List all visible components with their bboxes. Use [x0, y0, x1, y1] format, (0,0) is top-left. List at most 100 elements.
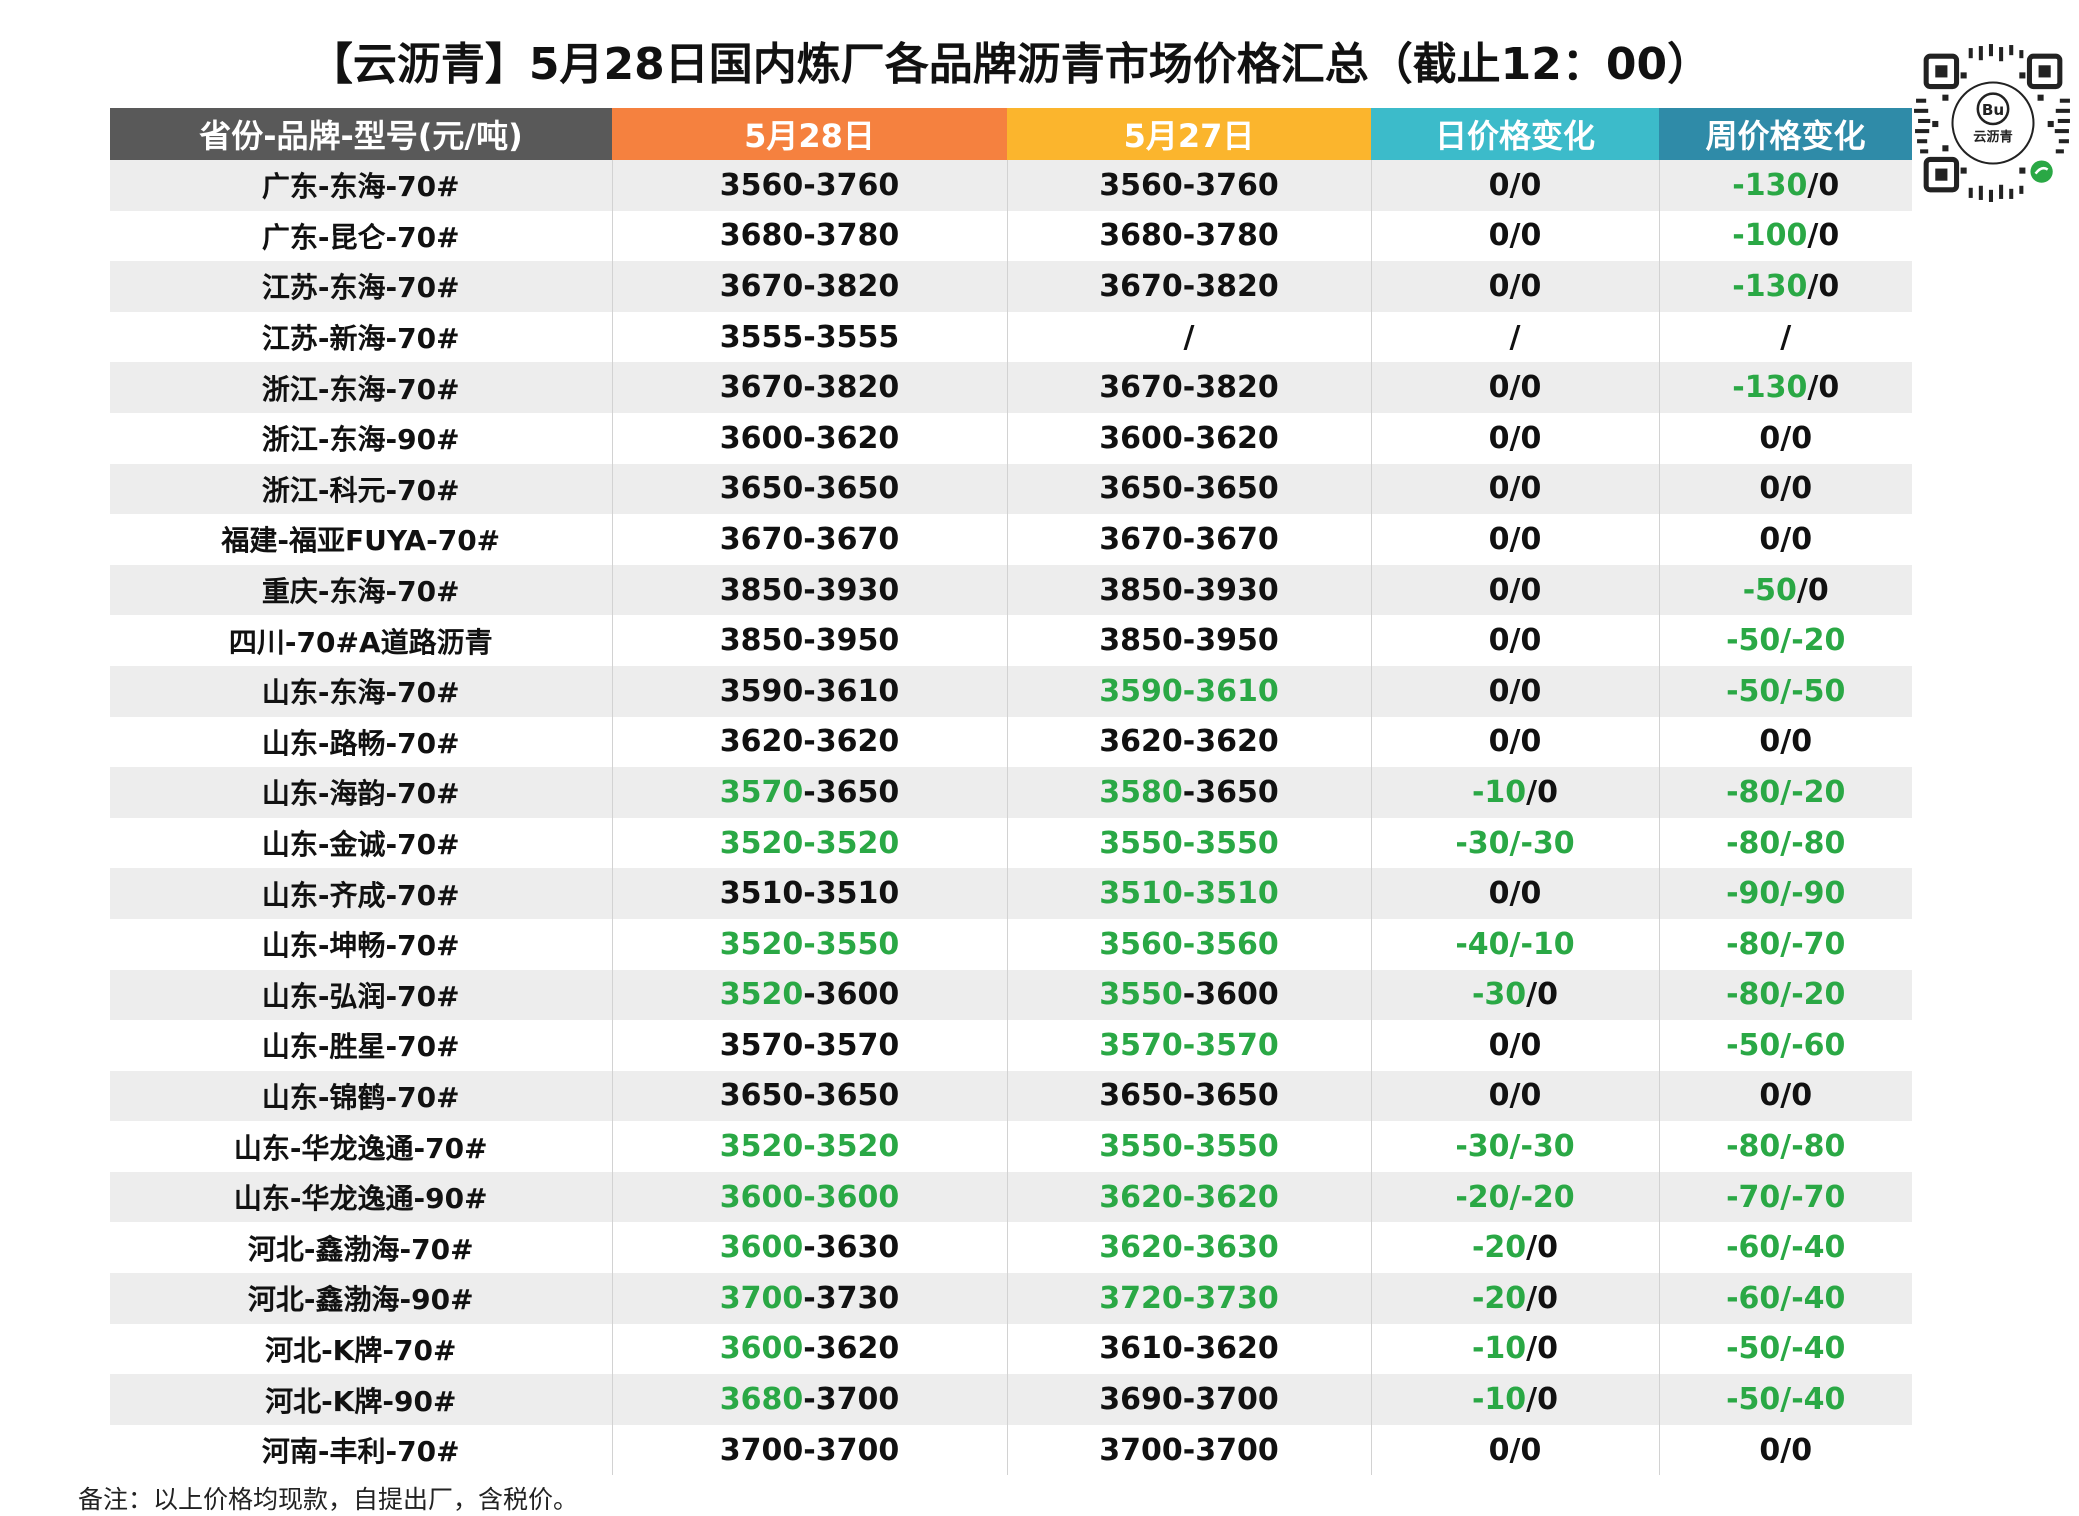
- cell-text: 3570: [719, 774, 804, 810]
- cell-daily-change: 0/0: [1370, 665, 1659, 717]
- table-row[interactable]: 山东-路畅-70# 3620-3620 3620-3620 0/0 0/0: [110, 716, 1912, 768]
- cell-price-may27: 3570-3570: [1006, 1020, 1371, 1071]
- table-row[interactable]: 广东-东海-70# 3560-3760 3560-3760 0/0 -130/0: [110, 160, 1912, 211]
- cell-text: 0/0: [1488, 167, 1542, 203]
- cell-weekly-change: 0/0: [1658, 514, 1912, 565]
- table-row[interactable]: 山东-锦鹤-70# 3650-3650 3650-3650 0/0 0/0: [110, 1070, 1912, 1122]
- table-row[interactable]: 河南-丰利-70# 3700-3700 3700-3700 0/0 0/0: [110, 1424, 1912, 1476]
- cell-weekly-change: -80/-70: [1658, 918, 1912, 970]
- cell-daily-change: 0/0: [1370, 564, 1659, 616]
- cell-daily-change: 0/0: [1370, 1020, 1659, 1071]
- cell-text: 0/0: [1488, 623, 1542, 659]
- cell-price-may27: 3610-3620: [1006, 1323, 1371, 1375]
- cell-text: /0: [1807, 370, 1840, 406]
- cell-price-may28: 3520-3550: [611, 918, 1007, 970]
- cell-text: 3680: [719, 1382, 804, 1418]
- cell-text: 山东-金诚-70#: [261, 828, 460, 862]
- cell-text: -80/-20: [1726, 977, 1846, 1013]
- column-header-weekly-change[interactable]: 周价格变化: [1659, 108, 1912, 160]
- cell-daily-change: 0/0: [1370, 615, 1659, 666]
- cell-text: 山东-东海-70#: [261, 676, 460, 710]
- cell-text: 3850-3950: [1099, 623, 1279, 659]
- cell-weekly-change: 0/0: [1658, 716, 1912, 768]
- table-row[interactable]: 广东-昆仑-70# 3680-3780 3680-3780 0/0 -100/0: [110, 210, 1912, 262]
- table-row[interactable]: 重庆-东海-70# 3850-3930 3850-3930 0/0 -50/0: [110, 564, 1912, 616]
- cell-daily-change: -20/0: [1370, 1222, 1659, 1274]
- cell-text: 3570-3570: [1099, 1027, 1279, 1063]
- cell-brand: 河北-K牌-90#: [110, 1374, 612, 1425]
- cell-text: /0: [1807, 218, 1840, 254]
- cell-daily-change: 0/0: [1370, 261, 1659, 312]
- cell-text: 0/0: [1488, 876, 1542, 912]
- table-row[interactable]: 山东-齐成-70# 3510-3510 3510-3510 0/0 -90/-90: [110, 868, 1912, 919]
- cell-text: 山东-海韵-70#: [261, 777, 460, 811]
- footnote: 备注：以上价格均现款，自提出厂，含税价。: [78, 1485, 579, 1514]
- table-row[interactable]: 福建-福亚FUYA-70# 3670-3670 3670-3670 0/0 0/0: [110, 514, 1912, 565]
- table-row[interactable]: 江苏-新海-70# 3555-3555 / / /: [110, 311, 1912, 363]
- cell-text: -3620: [803, 1331, 900, 1367]
- table-row[interactable]: 浙江-东海-90# 3600-3620 3600-3620 0/0 0/0: [110, 412, 1912, 464]
- cell-weekly-change: -50/-20: [1658, 615, 1912, 666]
- table-row[interactable]: 河北-鑫渤海-90# 3700-3730 3720-3730 -20/0 -60/-40: [110, 1273, 1912, 1324]
- cell-text: -3700: [803, 1382, 900, 1418]
- cell-daily-change: 0/0: [1370, 1424, 1659, 1476]
- cell-price-may28: 3700-3700: [611, 1424, 1007, 1476]
- cell-price-may28: 3600-3620: [611, 1323, 1007, 1375]
- column-header-daily-change[interactable]: 日价格变化: [1371, 108, 1659, 160]
- cell-price-may27: 3690-3700: [1006, 1374, 1371, 1425]
- cell-daily-change: /: [1370, 311, 1659, 363]
- cell-text: 3850-3930: [719, 572, 900, 608]
- table-row[interactable]: 浙江-科元-70# 3650-3650 3650-3650 0/0 0/0: [110, 463, 1912, 515]
- cell-text: 0/0: [1488, 268, 1542, 304]
- cell-price-may27: 3670-3670: [1006, 514, 1371, 565]
- cell-text: 3580: [1099, 774, 1183, 810]
- cell-price-may27: 3650-3650: [1006, 463, 1371, 515]
- table-row[interactable]: 山东-华龙逸通-90# 3600-3600 3620-3620 -20/-20 -70/…: [110, 1171, 1912, 1223]
- cell-text: -80/-80: [1726, 825, 1846, 861]
- cell-brand: 江苏-东海-70#: [110, 261, 612, 312]
- cell-daily-change: 0/0: [1370, 716, 1659, 768]
- table-row[interactable]: 四川-70#A道路沥青 3850-3950 3850-3950 0/0 -50/-20: [110, 615, 1912, 666]
- table-row[interactable]: 江苏-东海-70# 3670-3820 3670-3820 0/0 -130/0: [110, 261, 1912, 312]
- cell-text: -3600: [803, 977, 900, 1013]
- cell-text: 广东-东海-70#: [261, 170, 460, 204]
- cell-text: 3670-3670: [1099, 521, 1279, 557]
- cell-text: 3600: [719, 1331, 804, 1367]
- table-row[interactable]: 山东-弘润-70# 3520-3600 3550-3600 -30/0 -80/-20: [110, 969, 1912, 1021]
- cell-text: -10: [1471, 774, 1527, 810]
- cell-price-may28: 3570-3650: [611, 767, 1007, 818]
- table-row[interactable]: 山东-胜星-70# 3570-3570 3570-3570 0/0 -50/-60: [110, 1020, 1912, 1071]
- cell-brand: 浙江-科元-70#: [110, 463, 612, 515]
- cell-price-may27: 3590-3610: [1006, 665, 1371, 717]
- cell-weekly-change: -50/-60: [1658, 1020, 1912, 1071]
- cell-text: 0/0: [1488, 673, 1542, 709]
- table-row[interactable]: 山东-海韵-70# 3570-3650 3580-3650 -10/0 -80/-20: [110, 767, 1912, 818]
- cell-brand: 重庆-东海-70#: [110, 564, 612, 616]
- cell-text: 河北-鑫渤海-90#: [247, 1283, 474, 1317]
- table-row[interactable]: 山东-东海-70# 3590-3610 3590-3610 0/0 -50/-50: [110, 665, 1912, 717]
- table-row[interactable]: 浙江-东海-70# 3670-3820 3670-3820 0/0 -130/0: [110, 362, 1912, 413]
- cell-daily-change: -30/-30: [1370, 1121, 1659, 1172]
- qr-code-icon[interactable]: Bu 云沥青: [1912, 42, 2074, 204]
- cell-text: 3620-3620: [1099, 1179, 1279, 1215]
- table-row[interactable]: 河北-K牌-90# 3680-3700 3690-3700 -10/0 -50/-40: [110, 1374, 1912, 1425]
- column-header-brand[interactable]: 省份-品牌-型号(元/吨): [110, 108, 612, 160]
- table-row[interactable]: 山东-华龙逸通-70# 3520-3520 3550-3550 -30/-30 -80/…: [110, 1121, 1912, 1172]
- cell-daily-change: 0/0: [1370, 868, 1659, 919]
- cell-brand: 广东-昆仑-70#: [110, 210, 612, 262]
- cell-text: /0: [1526, 977, 1559, 1013]
- cell-daily-change: 0/0: [1370, 463, 1659, 515]
- cell-text: 3560-3760: [1099, 167, 1279, 203]
- table-row[interactable]: 河北-鑫渤海-70# 3600-3630 3620-3630 -20/0 -60/-40: [110, 1222, 1912, 1274]
- table-row[interactable]: 山东-坤畅-70# 3520-3550 3560-3560 -40/-10 -80/-7…: [110, 918, 1912, 970]
- column-header-may27[interactable]: 5月27日: [1007, 108, 1371, 160]
- cell-text: 山东-华龙逸通-70#: [233, 1131, 488, 1165]
- column-header-may28[interactable]: 5月28日: [612, 108, 1007, 160]
- table-row[interactable]: 河北-K牌-70# 3600-3620 3610-3620 -10/0 -50/-40: [110, 1323, 1912, 1375]
- cell-weekly-change: -90/-90: [1658, 868, 1912, 919]
- cell-text: -70/-70: [1726, 1179, 1846, 1215]
- table-row[interactable]: 山东-金诚-70# 3520-3520 3550-3550 -30/-30 -80/-8…: [110, 817, 1912, 869]
- cell-weekly-change: -50/0: [1658, 564, 1912, 616]
- cell-price-may28: 3650-3650: [611, 1070, 1007, 1122]
- cell-text: 江苏-新海-70#: [261, 322, 460, 356]
